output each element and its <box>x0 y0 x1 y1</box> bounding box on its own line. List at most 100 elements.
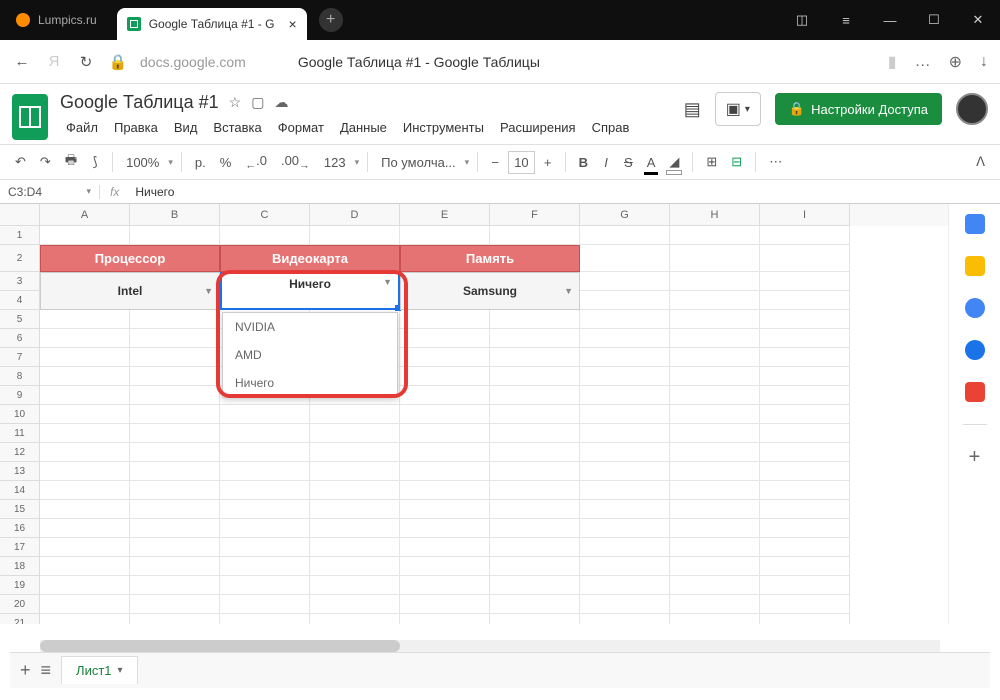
more-button[interactable]: ⋯ <box>764 151 787 173</box>
row-header[interactable]: 1 <box>0 226 40 245</box>
undo-button[interactable]: ↶ <box>10 151 31 173</box>
name-box[interactable]: C3:D4 ▾ <box>0 185 100 199</box>
print-button[interactable]: 🖶 <box>60 148 82 176</box>
menu-extensions[interactable]: Расширения <box>494 117 582 138</box>
font-select[interactable]: По умолча... <box>376 152 461 173</box>
table-header-memory[interactable]: Память <box>400 245 580 272</box>
menu-view[interactable]: Вид <box>168 117 204 138</box>
row-header[interactable]: 9 <box>0 386 40 405</box>
download-icon[interactable]: ↓ <box>980 53 988 71</box>
move-icon[interactable]: ▢ <box>251 94 264 111</box>
row-header[interactable]: 20 <box>0 595 40 614</box>
dropdown-gpu[interactable]: Ничего ▼ <box>220 272 400 310</box>
table-header-cpu[interactable]: Процессор <box>40 245 220 272</box>
close-window-button[interactable]: ✕ <box>956 5 1000 35</box>
bookmark-icon[interactable]: ▮ <box>888 52 897 72</box>
row-header[interactable]: 8 <box>0 367 40 386</box>
minimize-button[interactable]: — <box>868 5 912 35</box>
select-all-corner[interactable] <box>0 204 40 226</box>
menu-help[interactable]: Справ <box>586 117 636 138</box>
add-sheet-button[interactable]: + <box>20 660 31 681</box>
menu-file[interactable]: Файл <box>60 117 104 138</box>
col-header[interactable]: E <box>400 204 490 226</box>
currency-button[interactable]: р. <box>190 152 211 173</box>
paint-format-button[interactable]: ⟆ <box>86 151 104 173</box>
browser-tab-active[interactable]: Google Таблица #1 - G × <box>117 8 307 40</box>
col-header[interactable]: I <box>760 204 850 226</box>
close-icon[interactable]: × <box>288 16 296 32</box>
menu-format[interactable]: Формат <box>272 117 330 138</box>
increase-decimal-button[interactable]: .00→ <box>276 150 315 175</box>
italic-button[interactable]: I <box>597 152 615 173</box>
fill-color-button[interactable]: ◢ <box>664 151 684 173</box>
text-color-button[interactable]: A <box>642 152 661 173</box>
star-icon[interactable]: ☆ <box>229 94 242 111</box>
redo-button[interactable]: ↷ <box>35 151 56 173</box>
all-sheets-button[interactable]: ≡ <box>41 660 52 681</box>
row-header[interactable]: 7 <box>0 348 40 367</box>
yandex-icon[interactable]: Я <box>44 53 64 70</box>
maps-icon[interactable] <box>965 382 985 402</box>
row-header[interactable]: 6 <box>0 329 40 348</box>
scrollbar-thumb[interactable] <box>40 640 400 652</box>
back-button[interactable]: ← <box>12 53 32 70</box>
menu-data[interactable]: Данные <box>334 117 393 138</box>
dropdown-option[interactable]: AMD <box>223 341 397 369</box>
address-domain[interactable]: docs.google.com <box>140 54 246 70</box>
menu-insert[interactable]: Вставка <box>207 117 267 138</box>
extensions-icon[interactable]: ⊕ <box>949 52 962 72</box>
collapse-toolbar-button[interactable]: ᐱ <box>971 151 990 173</box>
row-header[interactable]: 19 <box>0 576 40 595</box>
font-size-input[interactable]: 10 <box>508 151 534 174</box>
row-header[interactable]: 5 <box>0 310 40 329</box>
maximize-button[interactable]: ☐ <box>912 5 956 35</box>
decrease-decimal-button[interactable]: ←.0 <box>240 150 272 175</box>
col-header[interactable]: A <box>40 204 130 226</box>
strikethrough-button[interactable]: S <box>619 152 638 173</box>
row-header[interactable]: 16 <box>0 519 40 538</box>
borders-button[interactable]: ⊞ <box>701 151 722 173</box>
table-header-gpu[interactable]: Видеокарта <box>220 245 400 272</box>
formula-input[interactable]: Ничего <box>129 185 180 199</box>
menu-icon[interactable]: ≡ <box>824 5 868 35</box>
keep-icon[interactable] <box>965 256 985 276</box>
font-size-dec[interactable]: − <box>486 152 504 173</box>
row-header[interactable]: 4 <box>0 291 40 310</box>
dropdown-option[interactable]: NVIDIA <box>223 313 397 341</box>
row-header[interactable]: 21 <box>0 614 40 624</box>
row-header[interactable]: 13 <box>0 462 40 481</box>
row-header[interactable]: 17 <box>0 538 40 557</box>
row-header[interactable]: 11 <box>0 424 40 443</box>
new-tab-button[interactable]: + <box>319 8 343 32</box>
contacts-icon[interactable] <box>965 340 985 360</box>
format-button[interactable]: 123 <box>319 152 351 173</box>
browser-tab-inactive[interactable]: Lumpics.ru <box>0 0 113 40</box>
col-header[interactable]: B <box>130 204 220 226</box>
cloud-icon[interactable]: ☁ <box>274 94 288 111</box>
spreadsheet[interactable]: A B C D E F G H I 1 2 3 4 5 6 7 8 9 10 1… <box>0 204 948 624</box>
col-header[interactable]: C <box>220 204 310 226</box>
dropdown-memory[interactable]: Samsung ▼ <box>400 272 580 310</box>
comments-icon[interactable]: ▤ <box>684 99 701 120</box>
tasks-icon[interactable] <box>965 298 985 318</box>
zoom-select[interactable]: 100% <box>121 152 164 173</box>
row-header[interactable]: 10 <box>0 405 40 424</box>
horizontal-scrollbar[interactable] <box>40 640 940 652</box>
row-header[interactable]: 3 <box>0 272 40 291</box>
add-addon-button[interactable]: + <box>965 447 985 467</box>
avatar[interactable] <box>956 93 988 125</box>
merge-button[interactable]: ⊟ <box>726 151 747 173</box>
bold-button[interactable]: B <box>574 152 593 173</box>
dropdown-option[interactable]: Ничего <box>223 369 397 397</box>
menu-edit[interactable]: Правка <box>108 117 164 138</box>
doc-title[interactable]: Google Таблица #1 <box>60 92 219 113</box>
sheets-logo-icon[interactable] <box>12 94 48 140</box>
row-header[interactable]: 14 <box>0 481 40 500</box>
share-button[interactable]: 🔒 Настройки Доступа <box>775 93 942 125</box>
col-header[interactable]: H <box>670 204 760 226</box>
percent-button[interactable]: % <box>215 152 237 173</box>
present-button[interactable]: ▣ ▾ <box>715 92 761 126</box>
row-header[interactable]: 2 <box>0 245 40 272</box>
reload-button[interactable]: ↻ <box>76 53 96 71</box>
cells-area[interactable]: Процессор Видеокарта Память Intel ▼ Ниче… <box>40 226 948 624</box>
